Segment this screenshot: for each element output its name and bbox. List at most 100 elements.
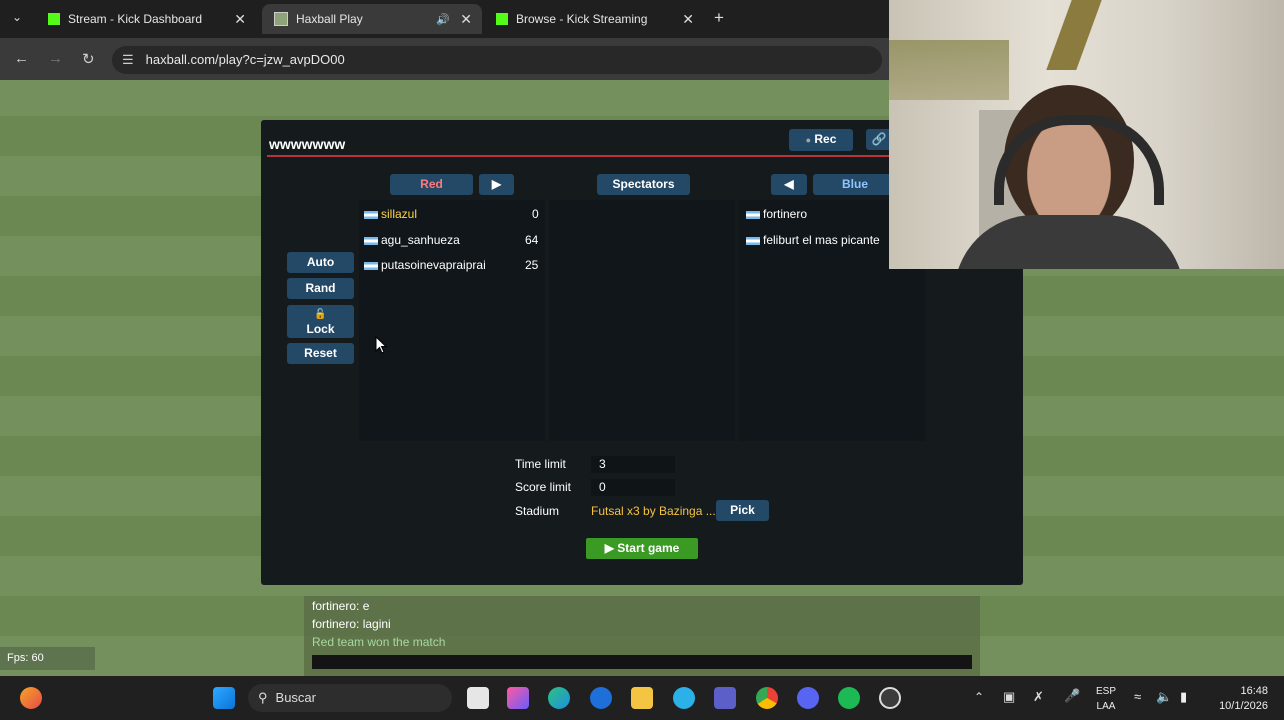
clock-time: 16:48 <box>1240 685 1268 697</box>
argentina-flag-icon <box>746 236 760 245</box>
player-name: feliburt el mas picante <box>763 233 880 247</box>
microphone-icon[interactable]: 🎤 <box>1064 688 1080 704</box>
url-text: haxball.com/play?c=jzw_avpDO00 <box>145 52 345 67</box>
time-limit-field[interactable]: 3 <box>591 456 675 473</box>
tray-network-off-icon[interactable]: ✗ <box>1033 689 1044 705</box>
battery-icon[interactable]: ▮ <box>1180 689 1187 705</box>
obs-icon[interactable] <box>879 687 901 709</box>
start-game-button[interactable]: ▶ Start game <box>586 538 698 559</box>
spotify-icon[interactable] <box>838 687 860 709</box>
chat-message: fortinero: e <box>312 599 370 613</box>
rec-button[interactable]: ● Rec <box>789 129 853 151</box>
wifi-icon[interactable]: ≈ <box>1134 689 1141 704</box>
tray-app-icon[interactable]: ▣ <box>1003 689 1015 705</box>
tab-kick-browse[interactable]: Browse - Kick Streaming ✕ <box>484 4 704 34</box>
task-view-icon[interactable] <box>467 687 489 709</box>
reload-icon[interactable]: ↻ <box>82 50 95 68</box>
close-tab-icon[interactable]: ✕ <box>460 11 472 28</box>
close-tab-icon[interactable]: ✕ <box>682 11 694 28</box>
tab-kick-dashboard[interactable]: Stream - Kick Dashboard ✕ <box>36 4 256 34</box>
player-name: sillazul <box>381 207 418 221</box>
link-icon: 🔗 <box>871 132 887 146</box>
edge-icon[interactable] <box>548 687 570 709</box>
blue-player[interactable]: fortinero <box>746 207 807 221</box>
title-divider <box>267 155 897 157</box>
move-to-spectators-right-button[interactable]: ▶ <box>479 174 514 195</box>
player-name: putasoinevapraiprai <box>381 258 486 272</box>
app-icon[interactable] <box>673 687 695 709</box>
kick-icon <box>496 13 508 25</box>
rand-button[interactable]: Rand <box>287 278 354 299</box>
back-icon[interactable]: ← <box>14 50 29 67</box>
score-limit-field[interactable]: 0 <box>591 479 675 496</box>
rec-label: Rec <box>814 132 837 146</box>
tab-list-chevron-icon[interactable]: ⌄ <box>12 10 22 24</box>
webcam-overlay <box>889 0 1284 269</box>
lock-label: Lock <box>306 322 335 336</box>
lock-button[interactable]: 🔓 Lock <box>287 305 354 338</box>
tab-title: Haxball Play <box>296 12 363 26</box>
stadium-name: Futsal x3 by Bazinga ... <box>591 504 716 518</box>
time-limit-label: Time limit <box>515 457 566 471</box>
audio-icon[interactable]: 🔊 <box>436 13 450 26</box>
wall-object <box>1046 0 1102 70</box>
url-field[interactable]: ☰ haxball.com/play?c=jzw_avpDO00 <box>112 46 882 74</box>
play-icon: ▶ <box>604 541 614 555</box>
chat-input[interactable] <box>312 655 972 669</box>
copilot-icon[interactable] <box>507 687 529 709</box>
discord-icon[interactable] <box>797 687 819 709</box>
search-icon: ⚲ <box>258 690 268 705</box>
volume-icon[interactable]: 🔈 <box>1156 689 1172 705</box>
clock[interactable]: 16:48 10/1/2026 <box>1212 684 1268 714</box>
language-code: ESP <box>1096 686 1117 697</box>
player-score: 0 <box>532 207 539 221</box>
chrome-icon[interactable] <box>756 687 778 709</box>
auto-button[interactable]: Auto <box>287 252 354 273</box>
room-title: wwwwwww <box>269 136 346 152</box>
language-indicator[interactable]: ESP LAA <box>1096 684 1116 714</box>
forward-icon[interactable]: → <box>48 50 63 67</box>
red-player[interactable]: putasoinevapraiprai <box>364 258 486 272</box>
weather-widget-icon[interactable] <box>20 687 42 709</box>
play-right-icon: ▶ <box>491 177 502 191</box>
argentina-flag-icon <box>364 261 378 270</box>
player-score: 25 <box>525 258 539 272</box>
hp-icon[interactable] <box>590 687 612 709</box>
file-explorer-icon[interactable] <box>631 687 653 709</box>
move-to-spectators-left-button[interactable]: ◀ <box>771 174 807 195</box>
chat-system-message: Red team won the match <box>312 635 446 649</box>
player-score: 64 <box>525 233 539 247</box>
spectators-button[interactable]: Spectators <box>597 174 690 195</box>
unlock-icon: 🔓 <box>314 309 327 320</box>
close-tab-icon[interactable]: ✕ <box>234 11 246 28</box>
kick-icon <box>48 13 60 25</box>
red-player[interactable]: agu_sanhueza <box>364 233 460 247</box>
site-settings-icon[interactable]: ☰ <box>122 52 134 67</box>
argentina-flag-icon <box>364 236 378 245</box>
keyboard-layout: LAA <box>1096 701 1116 712</box>
tray-chevron-icon[interactable]: ⌃ <box>974 690 984 704</box>
red-player[interactable]: sillazul <box>364 207 417 221</box>
play-left-icon: ◀ <box>784 177 794 191</box>
tab-haxball-play[interactable]: Haxball Play 🔊 ✕ <box>262 4 482 34</box>
new-tab-icon[interactable]: + <box>714 8 724 28</box>
pick-stadium-button[interactable]: Pick <box>716 500 769 521</box>
taskbar-search[interactable]: ⚲ Buscar <box>248 684 452 712</box>
tab-title: Browse - Kick Streaming <box>516 12 648 26</box>
haxball-icon <box>274 12 288 26</box>
argentina-flag-icon <box>746 210 760 219</box>
blue-team-button[interactable]: Blue <box>813 174 897 195</box>
argentina-flag-icon <box>364 210 378 219</box>
spectators-list[interactable] <box>549 200 735 441</box>
red-team-button[interactable]: Red <box>390 174 473 195</box>
reset-button[interactable]: Reset <box>287 343 354 364</box>
player-name: fortinero <box>763 207 808 221</box>
windows-start-icon[interactable] <box>213 687 235 709</box>
score-limit-label: Score limit <box>515 480 572 494</box>
tab-title: Stream - Kick Dashboard <box>68 12 203 26</box>
chat-message: fortinero: lagini <box>312 617 391 631</box>
teams-icon[interactable] <box>714 687 736 709</box>
mouse-cursor-icon <box>375 336 387 354</box>
blue-player[interactable]: feliburt el mas picante <box>746 233 880 247</box>
shelf <box>889 40 1009 100</box>
